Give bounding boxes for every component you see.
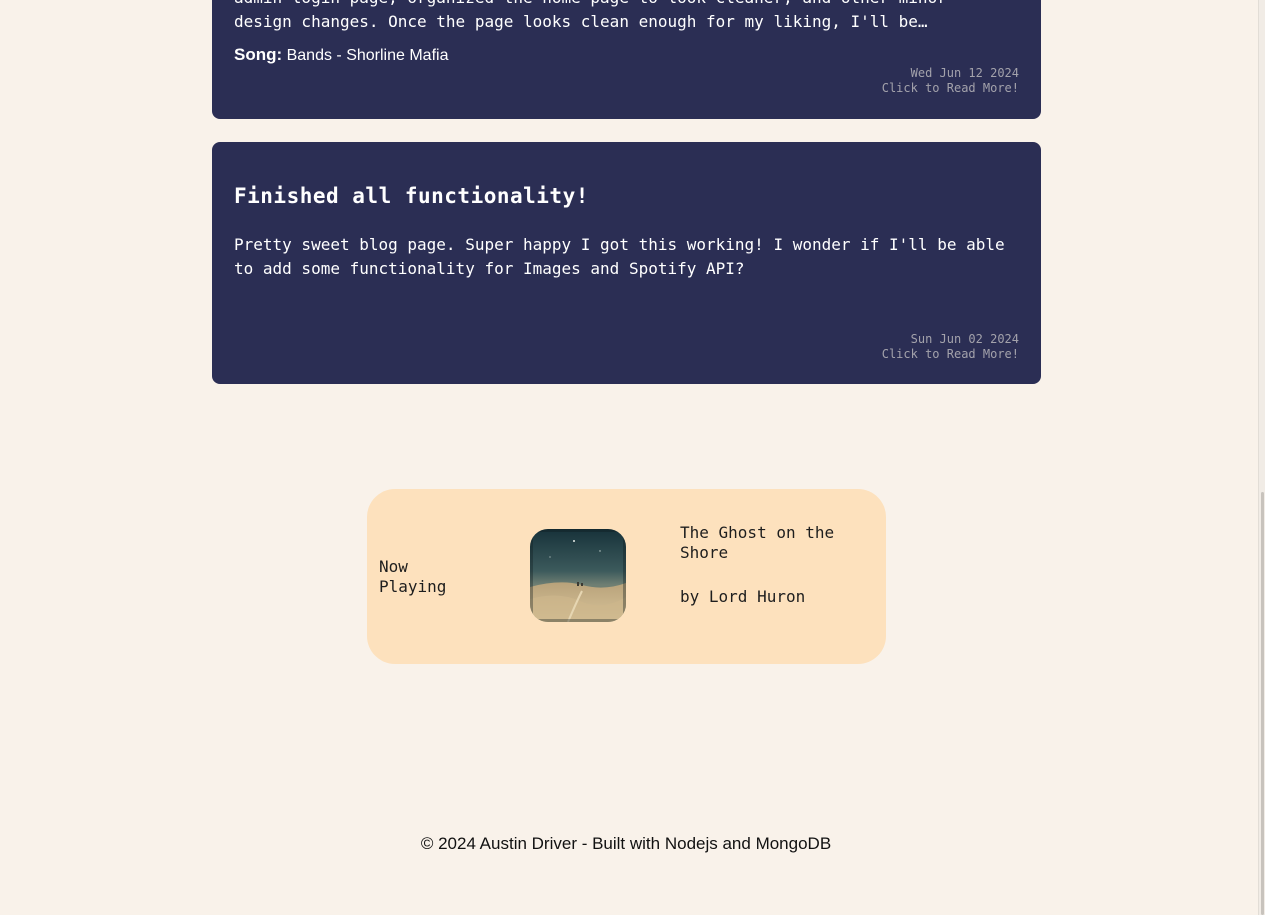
post-excerpt-line: admin login page, organized the home pag… <box>234 0 1019 10</box>
now-playing-artist: by Lord Huron <box>680 587 806 606</box>
song-label: Song: <box>234 45 283 64</box>
desert-landscape-icon <box>530 529 626 622</box>
now-playing-label: Now Playing <box>379 557 447 596</box>
scrollbar-thumb[interactable] <box>1261 492 1264 915</box>
post-excerpt: Pretty sweet blog page. Super happy I go… <box>234 235 1005 278</box>
footer-copyright: © 2024 Austin Driver - Built with Nodejs… <box>420 834 832 853</box>
post-excerpt: admin login page, organized the home pag… <box>234 0 1019 34</box>
post-excerpt-line: design changes. Once the page looks clea… <box>234 12 928 31</box>
album-art <box>530 529 626 622</box>
read-more-link[interactable]: Click to Read More! <box>882 347 1019 362</box>
post-date: Sun Jun 02 2024 <box>910 332 1019 346</box>
blog-post-card[interactable]: admin login page, organized the home pag… <box>212 0 1041 119</box>
blog-post-card[interactable]: Finished all functionality! Pretty sweet… <box>212 142 1041 384</box>
now-playing-widget: Now Playing The Ghost on the Shore by Lo… <box>367 489 886 664</box>
post-date: Wed Jun 12 2024 <box>910 66 1019 80</box>
post-meta: Sun Jun 02 2024 Click to Read More! <box>882 332 1019 362</box>
post-title: Finished all functionality! <box>234 184 589 208</box>
blog-page: admin login page, organized the home pag… <box>0 0 1265 915</box>
post-meta: Wed Jun 12 2024 Click to Read More! <box>882 66 1019 96</box>
read-more-link[interactable]: Click to Read More! <box>882 81 1019 96</box>
now-playing-track: The Ghost on the Shore <box>680 523 835 562</box>
song-title: Bands - Shorline Mafia <box>286 47 449 64</box>
post-song: Song: Bands - Shorline Mafia <box>234 45 448 65</box>
